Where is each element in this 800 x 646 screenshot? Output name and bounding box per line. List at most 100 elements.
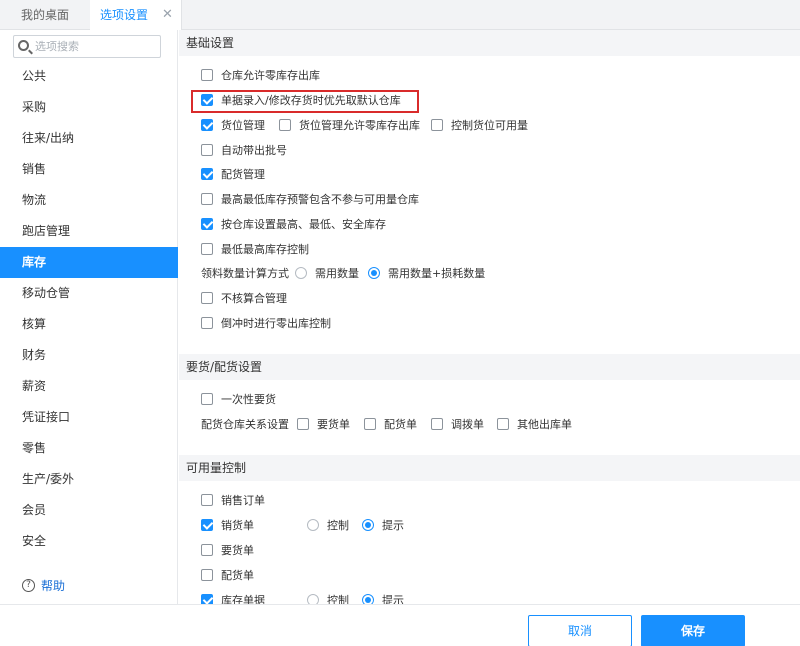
radio-inventory-control[interactable]: 控制 [307,591,349,604]
settings-panel: 基础设置 仓库允许零库存出库 单据录入/修改存货时优先取默认仓库 货位管理 货位… [179,30,800,604]
radio-sales-prompt[interactable]: 提示 [362,516,404,536]
sidebar-item-purchase[interactable]: 采购 [0,92,178,123]
option-sales-invoice[interactable]: 销货单 [201,516,254,536]
checkbox[interactable] [431,119,443,131]
save-button[interactable]: 保存 [641,615,745,646]
checkbox[interactable] [201,144,213,156]
option-location-management[interactable]: 货位管理 [201,116,265,136]
radio[interactable] [307,519,319,531]
sidebar-item-mobile-warehouse[interactable]: 移动仓管 [0,278,178,309]
option-label: 单据录入/修改存货时优先取默认仓库 [221,94,401,107]
tab-bar: 我的桌面 选项设置 ✕ [0,0,800,31]
option-backflush-control[interactable]: 倒冲时进行零出库控制 [201,314,331,334]
option-label: 自动带出批号 [221,144,287,157]
option-distribution-management[interactable]: 配货管理 [201,165,265,185]
option-label: 不核算合管理 [221,292,287,305]
option-location-zero-stock[interactable]: 货位管理允许零库存出库 [279,116,420,136]
checkbox[interactable] [201,317,213,329]
radio-sales-control[interactable]: 控制 [307,516,349,536]
radio-selected[interactable] [362,519,374,531]
checkbox[interactable] [279,119,291,131]
radio-required-qty[interactable]: 需用数量 [295,264,359,284]
option-label: 倒冲时进行零出库控制 [221,317,331,330]
option-label: 库存单据 [221,594,265,604]
radio-inventory-prompt[interactable]: 提示 [362,591,404,604]
checkbox[interactable] [431,418,443,430]
tab-my-desktop[interactable]: 我的桌面 [0,0,90,30]
sidebar-item-retail[interactable]: 零售 [0,433,178,464]
checkbox[interactable] [201,292,213,304]
sidebar-item-logistics[interactable]: 物流 [0,185,178,216]
option-label: 货位管理 [221,119,265,132]
checkbox-checked[interactable] [201,218,213,230]
option-label: 货位管理允许零库存出库 [299,119,420,132]
sidebar-item-receivables[interactable]: 往来/出纳 [0,123,178,154]
cancel-button[interactable]: 取消 [528,615,632,646]
radio-required-plus-loss[interactable]: 需用数量+损耗数量 [368,264,485,284]
checkbox-checked[interactable] [201,519,213,531]
checkbox[interactable] [201,193,213,205]
checkbox[interactable] [201,69,213,81]
option-request-doc[interactable]: 要货单 [201,541,254,561]
option-one-time-request[interactable]: 一次性要货 [201,390,276,410]
option-default-warehouse-priority[interactable]: 单据录入/修改存货时优先取默认仓库 [201,91,401,111]
checkbox[interactable] [297,418,309,430]
sidebar-item-member[interactable]: 会员 [0,495,178,526]
sidebar-item-security[interactable]: 安全 [0,526,178,557]
close-icon[interactable]: ✕ [162,0,173,30]
checkbox[interactable] [497,418,509,430]
radio-selected[interactable] [362,594,374,604]
radio[interactable] [295,267,307,279]
material-calc-label: 领料数量计算方式 [201,267,289,280]
option-label: 其他出库单 [517,418,572,431]
checkbox-checked[interactable] [201,168,213,180]
option-other-outbound[interactable]: 其他出库单 [497,415,572,435]
checkbox[interactable] [201,393,213,405]
option-transfer-order[interactable]: 调拨单 [431,415,484,435]
option-inventory-doc[interactable]: 库存单据 [201,591,265,604]
option-label: 最低最高库存控制 [221,243,309,256]
option-distribution-order[interactable]: 配货单 [364,415,417,435]
checkbox[interactable] [201,243,213,255]
sidebar-item-inventory[interactable]: 库存 [0,247,178,278]
option-auto-batch[interactable]: 自动带出批号 [201,141,287,161]
sidebar-item-store-visits[interactable]: 跑店管理 [0,216,178,247]
section-title-delivery: 要货/配货设置 [179,354,800,380]
radio[interactable] [307,594,319,604]
sidebar-item-sales[interactable]: 销售 [0,154,178,185]
option-min-max-control[interactable]: 最低最高库存控制 [201,240,309,260]
checkbox[interactable] [364,418,376,430]
checkbox[interactable] [201,494,213,506]
option-label: 按仓库设置最高、最低、安全库存 [221,218,386,231]
option-label: 控制货位可用量 [451,119,528,132]
checkbox-checked[interactable] [201,119,213,131]
option-label: 要货单 [317,418,350,431]
option-sales-order[interactable]: 销售订单 [201,491,265,511]
checkbox-checked[interactable] [201,594,213,604]
radio-label: 控制 [327,519,349,532]
option-no-accounting[interactable]: 不核算合管理 [201,289,287,309]
option-request-order[interactable]: 要货单 [297,415,350,435]
option-distribution-doc[interactable]: 配货单 [201,566,254,586]
radio-label: 需用数量 [315,267,359,280]
radio-selected[interactable] [368,267,380,279]
option-warehouse-stock-limits[interactable]: 按仓库设置最高、最低、安全库存 [201,215,386,235]
checkbox[interactable] [201,544,213,556]
option-location-availability[interactable]: 控制货位可用量 [431,116,528,136]
option-label: 要货单 [221,544,254,557]
sidebar-item-payroll[interactable]: 薪资 [0,371,178,402]
search-box[interactable] [13,35,161,58]
option-zero-stock-outbound[interactable]: 仓库允许零库存出库 [201,66,320,86]
option-stock-warning-include[interactable]: 最高最低库存预警包含不参与可用量仓库 [201,190,419,210]
sidebar-item-finance[interactable]: 财务 [0,340,178,371]
sidebar-item-voucher-interface[interactable]: 凭证接口 [0,402,178,433]
checkbox-checked[interactable] [201,94,213,106]
help-link[interactable]: ? 帮助 [22,576,65,596]
search-icon [18,40,29,51]
sidebar-item-public[interactable]: 公共 [0,61,178,92]
checkbox[interactable] [201,569,213,581]
sidebar-item-production[interactable]: 生产/委外 [0,464,178,495]
search-input[interactable] [35,38,159,55]
sidebar-item-accounting[interactable]: 核算 [0,309,178,340]
radio-label: 提示 [382,594,404,604]
